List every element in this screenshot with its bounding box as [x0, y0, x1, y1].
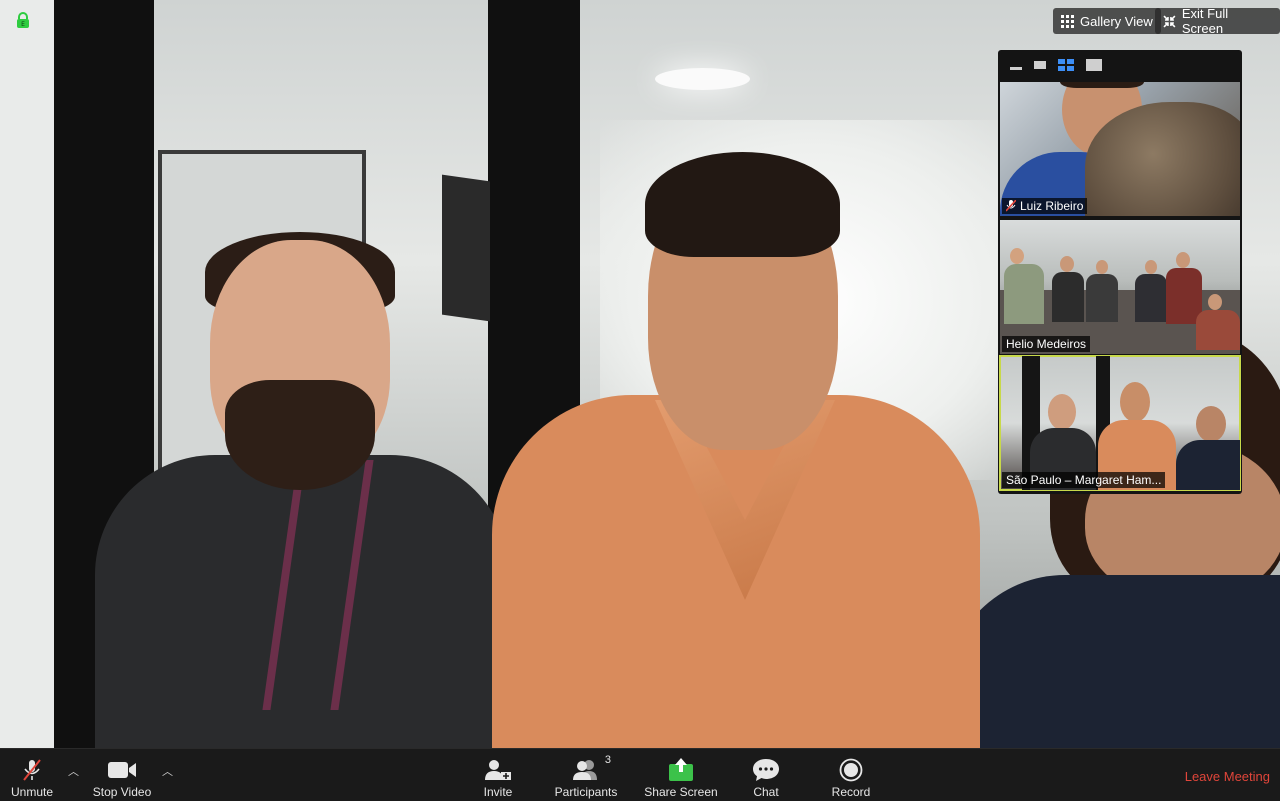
add-person-icon [485, 760, 511, 780]
video-thumbnail-panel: Luiz Ribeiro Helio Medeiros São Paulo – … [998, 50, 1242, 494]
participants-button[interactable]: 3 Participants [553, 753, 619, 799]
record-button[interactable]: Record [830, 753, 872, 799]
speaker-view-icon[interactable] [1086, 59, 1102, 71]
video-camera-icon [108, 762, 136, 778]
thumbnail-name-tag: Luiz Ribeiro [1002, 198, 1088, 214]
record-label: Record [831, 785, 871, 799]
share-screen-label: Share Screen [644, 785, 718, 799]
stop-video-button[interactable]: Stop Video [90, 753, 154, 799]
leave-meeting-button[interactable]: Leave Meeting [1185, 769, 1270, 784]
meeting-toolbar: Unmute ︿ Stop Video ︿ Invite 3 Participa… [0, 748, 1280, 801]
thumbnail-layout-toolbar [998, 50, 1242, 80]
mic-muted-icon [23, 759, 41, 781]
mic-muted-icon [1006, 200, 1016, 212]
background-monitor [442, 174, 490, 322]
participants-count: 3 [604, 754, 611, 766]
share-screen-button[interactable]: Share Screen [644, 753, 718, 799]
unmute-button[interactable]: Unmute [10, 753, 54, 799]
chat-label: Chat [753, 785, 779, 799]
audio-options-caret-icon[interactable]: ︿ [68, 763, 79, 779]
video-options-caret-icon[interactable]: ︿ [162, 763, 173, 779]
encryption-shield-icon[interactable]: E [16, 12, 30, 28]
minimize-icon[interactable] [1010, 66, 1022, 70]
thumbnail-name: São Paulo – Margaret Ham... [1006, 473, 1162, 487]
invite-label: Invite [483, 785, 513, 799]
exit-full-screen-button[interactable]: Exit Full Screen [1155, 6, 1280, 36]
participants-icon [573, 760, 597, 780]
thumbnail-name: Luiz Ribeiro [1020, 199, 1084, 213]
grid-icon [1061, 14, 1074, 28]
invite-button[interactable]: Invite [480, 753, 516, 799]
thumbnail-name-tag: Helio Medeiros [1002, 336, 1091, 352]
thumbnail-name: Helio Medeiros [1006, 337, 1087, 351]
participant-thumbnail[interactable]: Helio Medeiros [1000, 220, 1240, 354]
record-icon [839, 758, 863, 782]
unmute-label: Unmute [10, 785, 54, 799]
exit-fullscreen-icon [1163, 14, 1176, 28]
participants-label: Participants [554, 785, 618, 799]
ceiling-lamp [655, 68, 750, 90]
chat-button[interactable]: Chat [751, 753, 781, 799]
stop-video-label: Stop Video [92, 785, 152, 799]
hide-video-icon[interactable] [1034, 61, 1046, 69]
exit-full-screen-label: Exit Full Screen [1181, 6, 1229, 36]
share-screen-icon [669, 758, 693, 781]
chat-bubble-icon [753, 759, 779, 781]
grid-layout-icon[interactable] [1058, 59, 1074, 71]
thumbnail-name-tag: São Paulo – Margaret Ham... [1002, 472, 1166, 488]
svg-text:E: E [21, 21, 25, 28]
background-wall [0, 0, 60, 748]
gallery-view-label: Gallery View [1080, 13, 1153, 29]
participant-thumbnail-active[interactable]: São Paulo – Margaret Ham... [999, 355, 1241, 491]
participant-thumbnail[interactable]: Luiz Ribeiro [1000, 82, 1240, 216]
gallery-view-button[interactable]: Gallery View [1053, 8, 1161, 34]
